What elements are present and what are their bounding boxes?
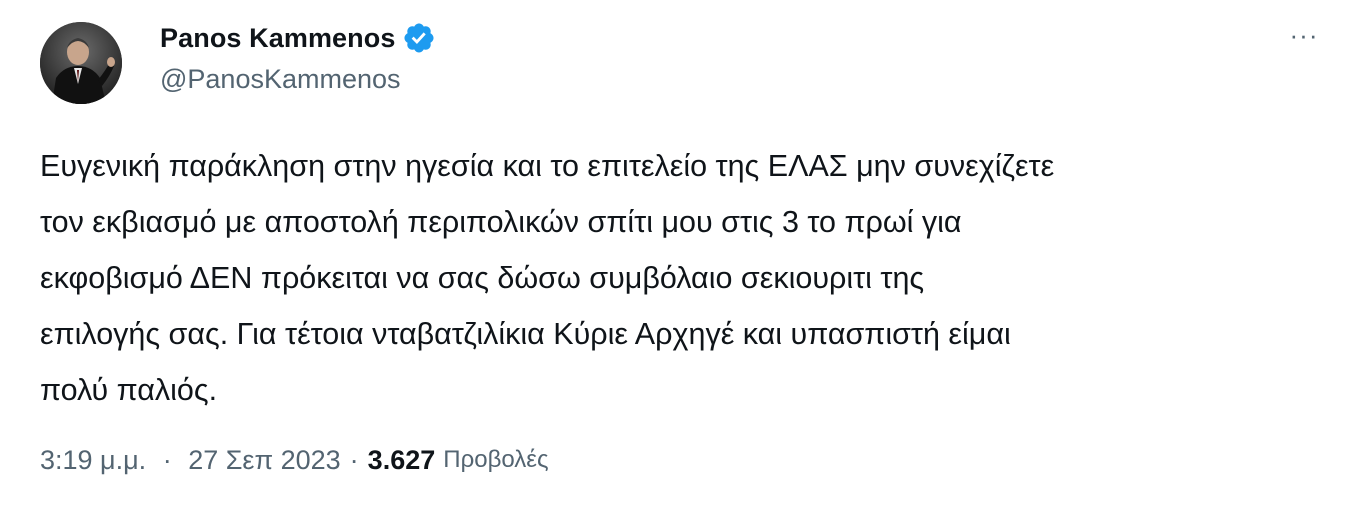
tweet-card: Panos Kammenos @PanosKammenos ··· Ευγενι…: [0, 0, 1360, 520]
avatar[interactable]: [40, 22, 122, 104]
tweet-time: 3:19 μ.μ.: [40, 444, 147, 475]
meta-separator: ·: [162, 444, 172, 475]
tweet-date: 27 Σεπ 2023: [188, 444, 341, 475]
more-icon: ···: [1289, 19, 1319, 50]
meta-separator: ·: [349, 444, 359, 475]
author-display-name[interactable]: Panos Kammenos: [160, 23, 395, 54]
views-label: Προβολές: [443, 446, 549, 473]
tweet-text: Ευγενική παράκληση στην ηγεσία και το επ…: [40, 149, 1055, 407]
views-count: 3.627: [367, 444, 436, 475]
more-options-button[interactable]: ···: [1284, 20, 1324, 50]
author-name-row: Panos Kammenos: [160, 20, 436, 56]
avatar-image: [40, 22, 122, 104]
author-handle[interactable]: @PanosKammenos: [160, 64, 401, 95]
verified-badge-icon: [404, 23, 435, 53]
tweet-meta: 3:19 μ.μ. · 27 Σεπ 2023 · 3.627 Προβολές: [40, 440, 549, 480]
tweet-time-link[interactable]: 3:19 μ.μ. · 27 Σεπ 2023: [40, 445, 341, 476]
